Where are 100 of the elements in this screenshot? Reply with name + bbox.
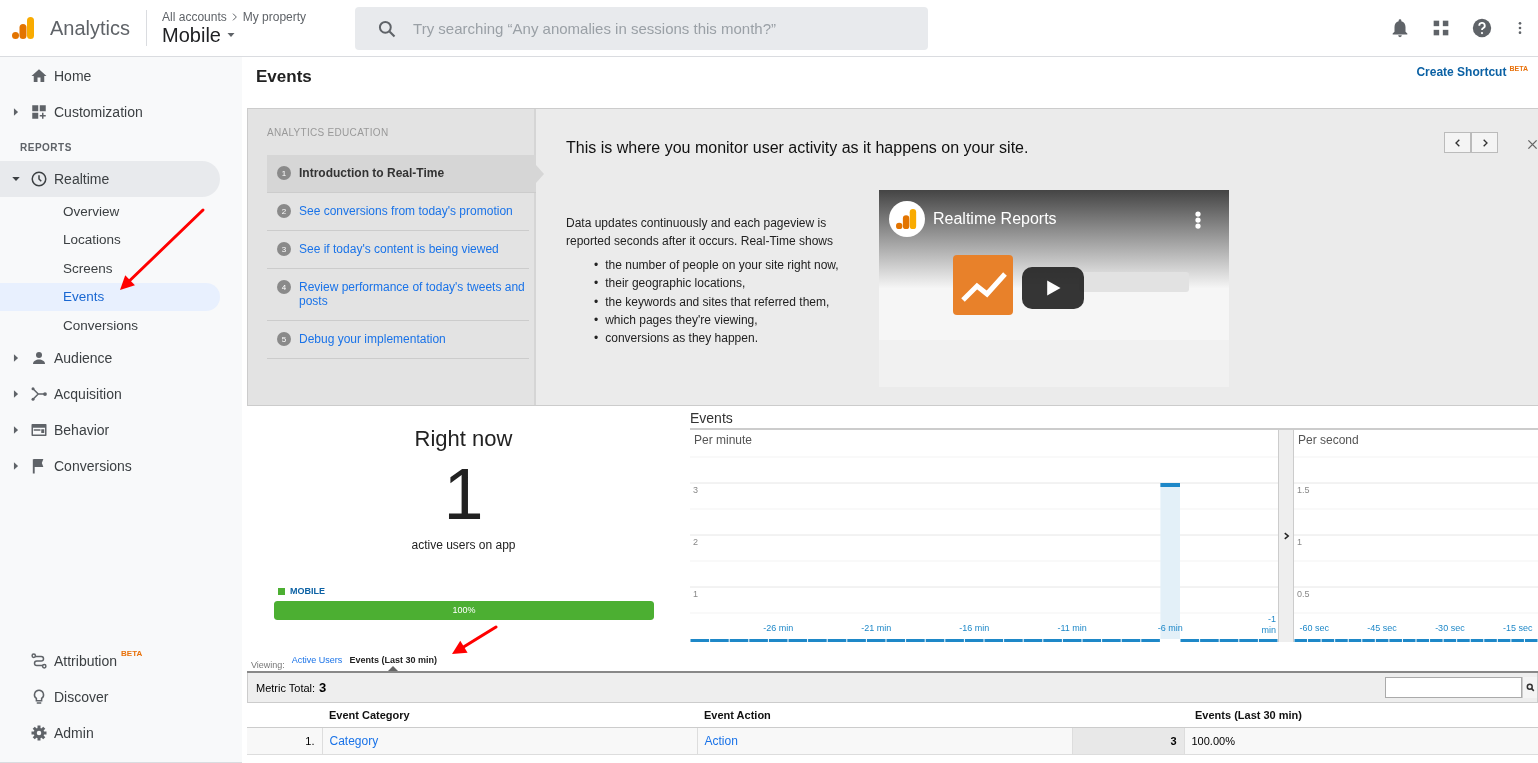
axis-label: -30 sec — [1435, 623, 1465, 633]
play-button[interactable] — [1022, 267, 1084, 309]
table-search-field[interactable] — [1385, 677, 1522, 698]
sidebar-item[interactable]: Realtime — [0, 161, 220, 197]
sidebar-item[interactable]: Audience — [0, 339, 220, 376]
axis-label: 1 — [1297, 537, 1302, 547]
bullet-item: the keywords and sites that referred them, — [605, 293, 830, 311]
sidebar-item[interactable]: Attribution BETA — [0, 643, 220, 679]
axis-label: 3 — [693, 485, 698, 495]
expand-toggle[interactable] — [1278, 430, 1294, 642]
metric-total-value: 3 — [319, 680, 327, 695]
route-icon — [30, 652, 48, 670]
page-title: Events — [256, 67, 312, 87]
property-selector[interactable]: Mobile — [162, 23, 307, 47]
caption: active users on app — [411, 538, 516, 552]
lesson-text: Data updates continuously and each pageview is reported seconds after it occurs. Real-Time shows — [566, 215, 834, 250]
chart-title: Per second — [1298, 433, 1359, 447]
axis-label: -16 min — [959, 623, 990, 633]
logo-icon — [12, 16, 36, 40]
sidebar-item[interactable]: Discover — [0, 679, 220, 715]
lesson-step[interactable]: 4 Review performance of today's tweets and posts — [267, 269, 529, 321]
chevron-right-icon — [230, 11, 239, 22]
heading: Right now — [414, 426, 513, 452]
home-icon — [30, 67, 48, 85]
annotation-arrow — [452, 625, 498, 654]
step-number: 2 — [277, 204, 291, 218]
bar-top-marker — [1160, 483, 1180, 487]
axis-label: -15 sec — [1502, 623, 1533, 633]
section-heading: ANALYTICS EDUCATION — [267, 127, 390, 138]
lesson-step[interactable]: 3 See if today's content is being viewed — [267, 231, 529, 269]
step-number: 1 — [277, 166, 291, 180]
chevron-left-icon — [1453, 138, 1462, 147]
axis-label: 2 — [693, 537, 698, 547]
bullet-marker: • — [594, 275, 599, 293]
sidebar-item[interactable]: Home — [0, 58, 220, 94]
chart-heading: Events — [690, 406, 1538, 430]
axis-label: -6 min — [1157, 623, 1183, 633]
previous-button[interactable] — [1444, 132, 1471, 153]
axis-label: -60 sec — [1299, 623, 1330, 633]
sidebar-subitem[interactable]: Events — [0, 282, 220, 311]
app-name: Analytics — [50, 16, 131, 40]
breadcrumb-link[interactable]: All accounts — [162, 9, 227, 24]
axis-label: 1 — [693, 589, 698, 599]
step-number: 4 — [277, 280, 291, 294]
help-icon[interactable] — [1471, 17, 1493, 39]
logo-icon — [896, 208, 918, 230]
bullet-item: their geographic locations, — [605, 275, 746, 293]
category-link[interactable]: Category — [329, 734, 379, 748]
bullet-item: conversions as they happen. — [605, 330, 758, 348]
bullet-marker: • — [594, 330, 599, 348]
search-icon — [377, 18, 398, 39]
axis-label: 1.5 — [1297, 485, 1310, 495]
sidebar-subitem[interactable]: Screens — [0, 254, 220, 283]
row-index: 1. — [247, 727, 322, 755]
sidebar-subitem[interactable]: Overview — [0, 197, 220, 226]
bullet-item: the number of people on your site right now, — [605, 257, 839, 274]
axis-label: -26 min — [763, 623, 794, 633]
sidebar-item[interactable]: Behavior — [0, 411, 220, 448]
table-cell: 3 — [1072, 727, 1184, 755]
axis-label: -21 min — [861, 623, 892, 633]
axis-label: 0.5 — [1297, 589, 1310, 599]
search-icon — [1525, 683, 1535, 692]
bullet-marker: • — [594, 257, 599, 274]
percent-label: 100% — [451, 605, 477, 615]
close-icon[interactable] — [1527, 139, 1538, 150]
bullet-marker: • — [594, 293, 599, 311]
axis-label: -11 min — [1057, 623, 1087, 633]
more-vertical-icon[interactable] — [1195, 211, 1201, 229]
sidebar-item[interactable]: Customization — [0, 94, 220, 130]
sidebar-subitem[interactable]: Conversions — [0, 311, 220, 340]
chevron-right-icon — [1282, 532, 1290, 540]
action-link[interactable]: Action — [704, 734, 738, 748]
lesson-title: This is where you monitor user activity as it happens on your site. — [566, 139, 1029, 157]
sidebar-item[interactable]: Acquisition — [0, 375, 220, 412]
axis-label: -45 sec — [1367, 623, 1397, 633]
view-tab[interactable]: Events (Last 30 min) — [349, 655, 437, 670]
view-tab[interactable]: Active Users — [291, 655, 343, 670]
sidebar-item[interactable]: Admin — [0, 715, 220, 751]
column-header: Events (Last 30 min) — [1072, 703, 1538, 728]
bullet-item: which pages they're viewing, — [605, 311, 758, 329]
step-number: 5 — [277, 332, 291, 346]
viewing-label: Viewing: — [251, 660, 285, 670]
lesson-step[interactable]: 5 Debug your implementation — [267, 321, 529, 359]
sidebar-subitem[interactable]: Locations — [0, 225, 220, 254]
legend-label: MOBILE — [290, 586, 325, 596]
next-button[interactable] — [1471, 132, 1498, 153]
table-cell: 100.00% — [1184, 727, 1538, 755]
breadcrumb-link[interactable]: My property — [242, 9, 307, 24]
pointer-icon — [388, 666, 399, 671]
search-field[interactable]: Try searching “Any anomalies in sessions this month?” — [355, 6, 929, 50]
settings-icon — [30, 724, 48, 742]
axis-label: -1 min — [1260, 614, 1276, 636]
column-header: Event Action — [697, 703, 1072, 728]
chart-title: Per minute — [694, 433, 753, 447]
search-button[interactable] — [1522, 677, 1537, 698]
active-users-count: 1 — [443, 456, 484, 532]
video-title: Realtime Reports — [933, 210, 1057, 228]
column-header: Event Category — [322, 703, 697, 728]
sidebar-item[interactable]: Conversions — [0, 447, 220, 484]
lesson-step[interactable]: 2 See conversions from today's promotion — [267, 193, 529, 231]
